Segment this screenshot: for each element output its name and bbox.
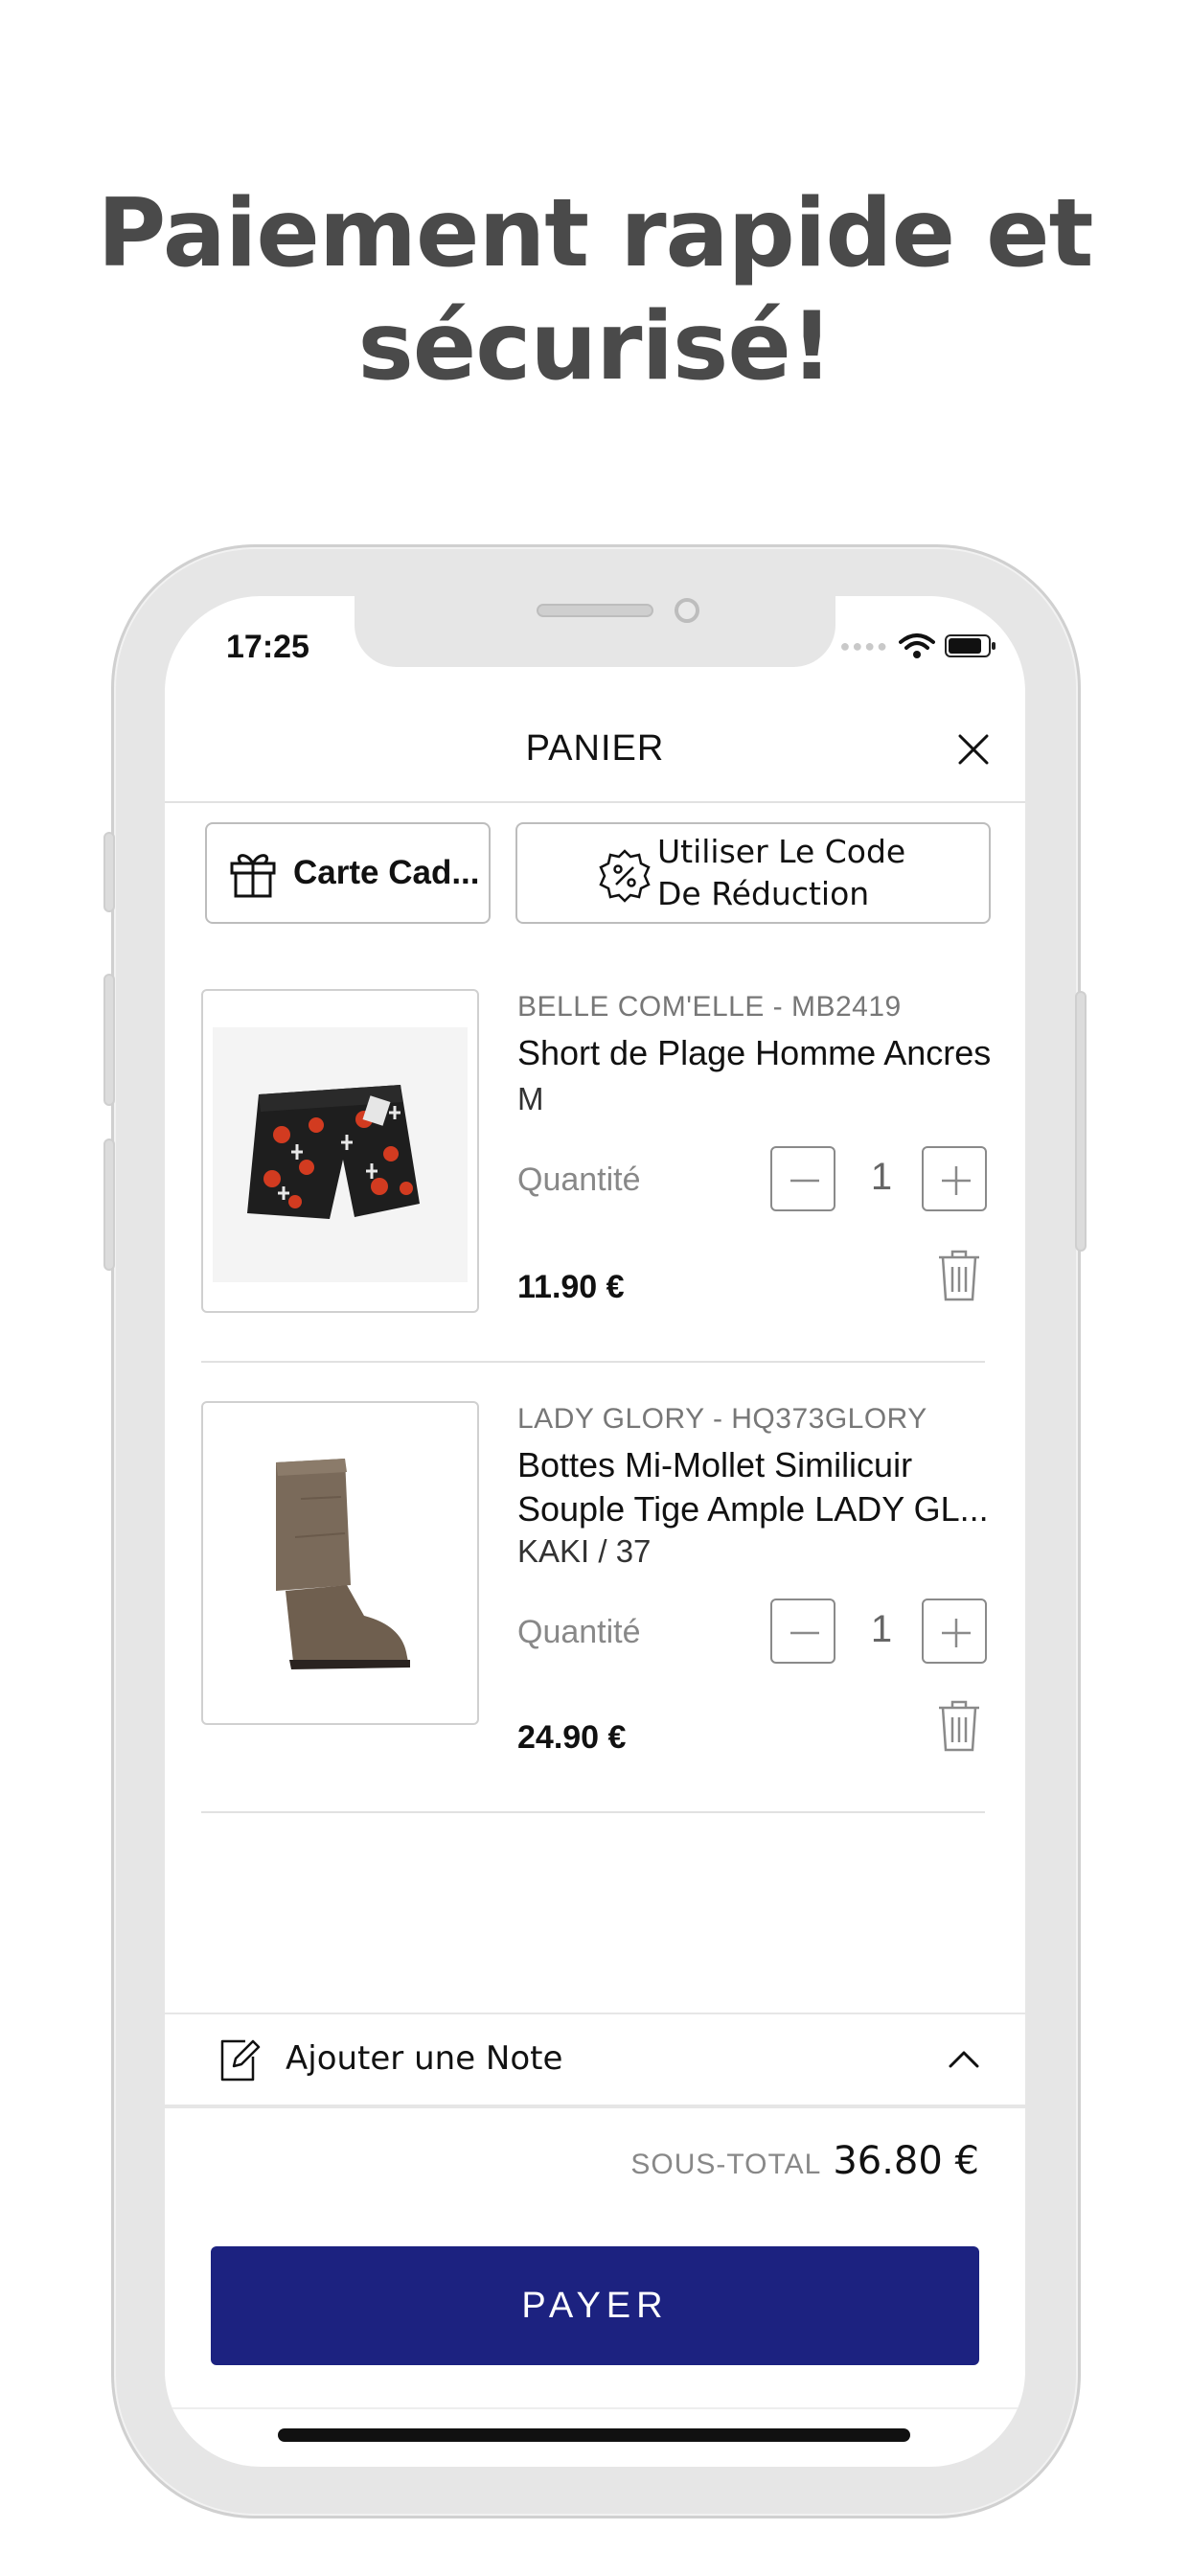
product-name-line-1: Bottes Mi-Mollet Similicuir xyxy=(517,1445,913,1484)
cart-item: BELLE COM'ELLE - MB2419 Short de Plage H… xyxy=(201,989,991,1315)
plus-icon xyxy=(942,1619,971,1647)
gift-card-label: Carte Cad... xyxy=(293,854,480,891)
discount-code-label: Utiliser Le Code De Réduction xyxy=(657,831,905,915)
gift-icon xyxy=(230,854,276,898)
discount-label-line-2: De Réduction xyxy=(657,875,870,912)
product-image[interactable] xyxy=(201,989,479,1313)
add-note-row[interactable]: Ajouter une Note xyxy=(165,2014,1025,2104)
subtotal-value: 36.80 € xyxy=(833,2139,979,2183)
subtotal: SOUS-TOTAL 36.80 € xyxy=(630,2139,979,2183)
wifi-icon xyxy=(899,633,935,658)
item-divider xyxy=(201,1361,985,1363)
phone-power-button xyxy=(1075,991,1087,1252)
product-variant: KAKI / 37 xyxy=(517,1533,652,1569)
product-name-line-2: Souple Tige Ample LADY GL... xyxy=(517,1489,989,1529)
home-indicator[interactable] xyxy=(278,2428,910,2442)
minus-icon xyxy=(790,1179,819,1183)
increase-quantity-button[interactable] xyxy=(922,1598,987,1664)
footer-divider xyxy=(165,2407,1025,2409)
front-camera xyxy=(675,598,699,623)
product-variant: M xyxy=(517,1081,544,1116)
shorts-image xyxy=(213,1027,468,1282)
discount-label-line-1: Utiliser Le Code xyxy=(657,833,906,870)
decrease-quantity-button[interactable] xyxy=(770,1146,835,1211)
pay-button[interactable]: PAYER xyxy=(211,2246,979,2365)
increase-quantity-button[interactable] xyxy=(922,1146,987,1211)
product-image[interactable] xyxy=(201,1401,479,1725)
product-brand: BELLE COM'ELLE - MB2419 xyxy=(517,991,902,1023)
phone-screen: 17:25 ●●●● PANIER Carte Cad... Utiliser … xyxy=(165,596,1025,2467)
product-price: 24.90 € xyxy=(517,1719,627,1756)
page-headline: Paiement rapide et sécurisé! xyxy=(0,177,1190,403)
note-divider-bottom xyxy=(165,2104,1025,2108)
notch xyxy=(355,596,835,667)
phone-mute-switch xyxy=(103,832,115,912)
discount-badge-icon xyxy=(599,849,651,903)
quantity-value: 1 xyxy=(870,1156,893,1198)
quantity-label: Quantité xyxy=(517,1162,641,1198)
plus-icon xyxy=(942,1166,971,1195)
remove-item-button[interactable] xyxy=(933,1696,985,1759)
subtotal-label: SOUS-TOTAL xyxy=(630,2149,822,2180)
close-icon xyxy=(958,734,989,765)
headline-line-1: Paiement rapide et xyxy=(97,179,1094,288)
speaker-grille xyxy=(537,604,653,617)
header-divider xyxy=(165,801,1025,803)
item-divider xyxy=(201,1811,985,1813)
headline-line-2: sécurisé! xyxy=(357,292,833,402)
chevron-up-icon[interactable] xyxy=(945,2041,983,2080)
product-name[interactable]: Bottes Mi-Mollet Similicuir Souple Tige … xyxy=(517,1443,989,1531)
battery-icon xyxy=(945,634,995,657)
discount-code-button[interactable]: Utiliser Le Code De Réduction xyxy=(515,822,991,924)
trash-icon xyxy=(939,1700,979,1752)
remove-item-button[interactable] xyxy=(933,1246,985,1308)
quantity-label: Quantité xyxy=(517,1614,641,1650)
minus-icon xyxy=(790,1631,819,1635)
page-title: PANIER xyxy=(525,728,665,769)
add-note-label: Ajouter une Note xyxy=(286,2039,563,2078)
quantity-value: 1 xyxy=(870,1608,893,1650)
phone-volume-up xyxy=(103,974,115,1106)
status-time: 17:25 xyxy=(226,629,309,665)
trash-icon xyxy=(939,1250,979,1301)
cart-item: LADY GLORY - HQ373GLORY Bottes Mi-Mollet… xyxy=(201,1401,989,1756)
phone-volume-down xyxy=(103,1138,115,1271)
close-button[interactable] xyxy=(947,723,1000,776)
signal-icon: ●●●● xyxy=(839,635,889,656)
boots-image xyxy=(276,1459,410,1669)
product-name[interactable]: Short de Plage Homme Ancres xyxy=(517,1031,991,1075)
gift-card-button[interactable]: Carte Cad... xyxy=(205,822,491,924)
status-icons: ●●●● xyxy=(839,632,995,659)
product-brand: LADY GLORY - HQ373GLORY xyxy=(517,1403,927,1435)
product-price: 11.90 € xyxy=(517,1269,625,1305)
edit-note-icon xyxy=(220,2039,261,2082)
decrease-quantity-button[interactable] xyxy=(770,1598,835,1664)
product-name-line-1: Short de Plage Homme Ancres xyxy=(517,1033,992,1072)
